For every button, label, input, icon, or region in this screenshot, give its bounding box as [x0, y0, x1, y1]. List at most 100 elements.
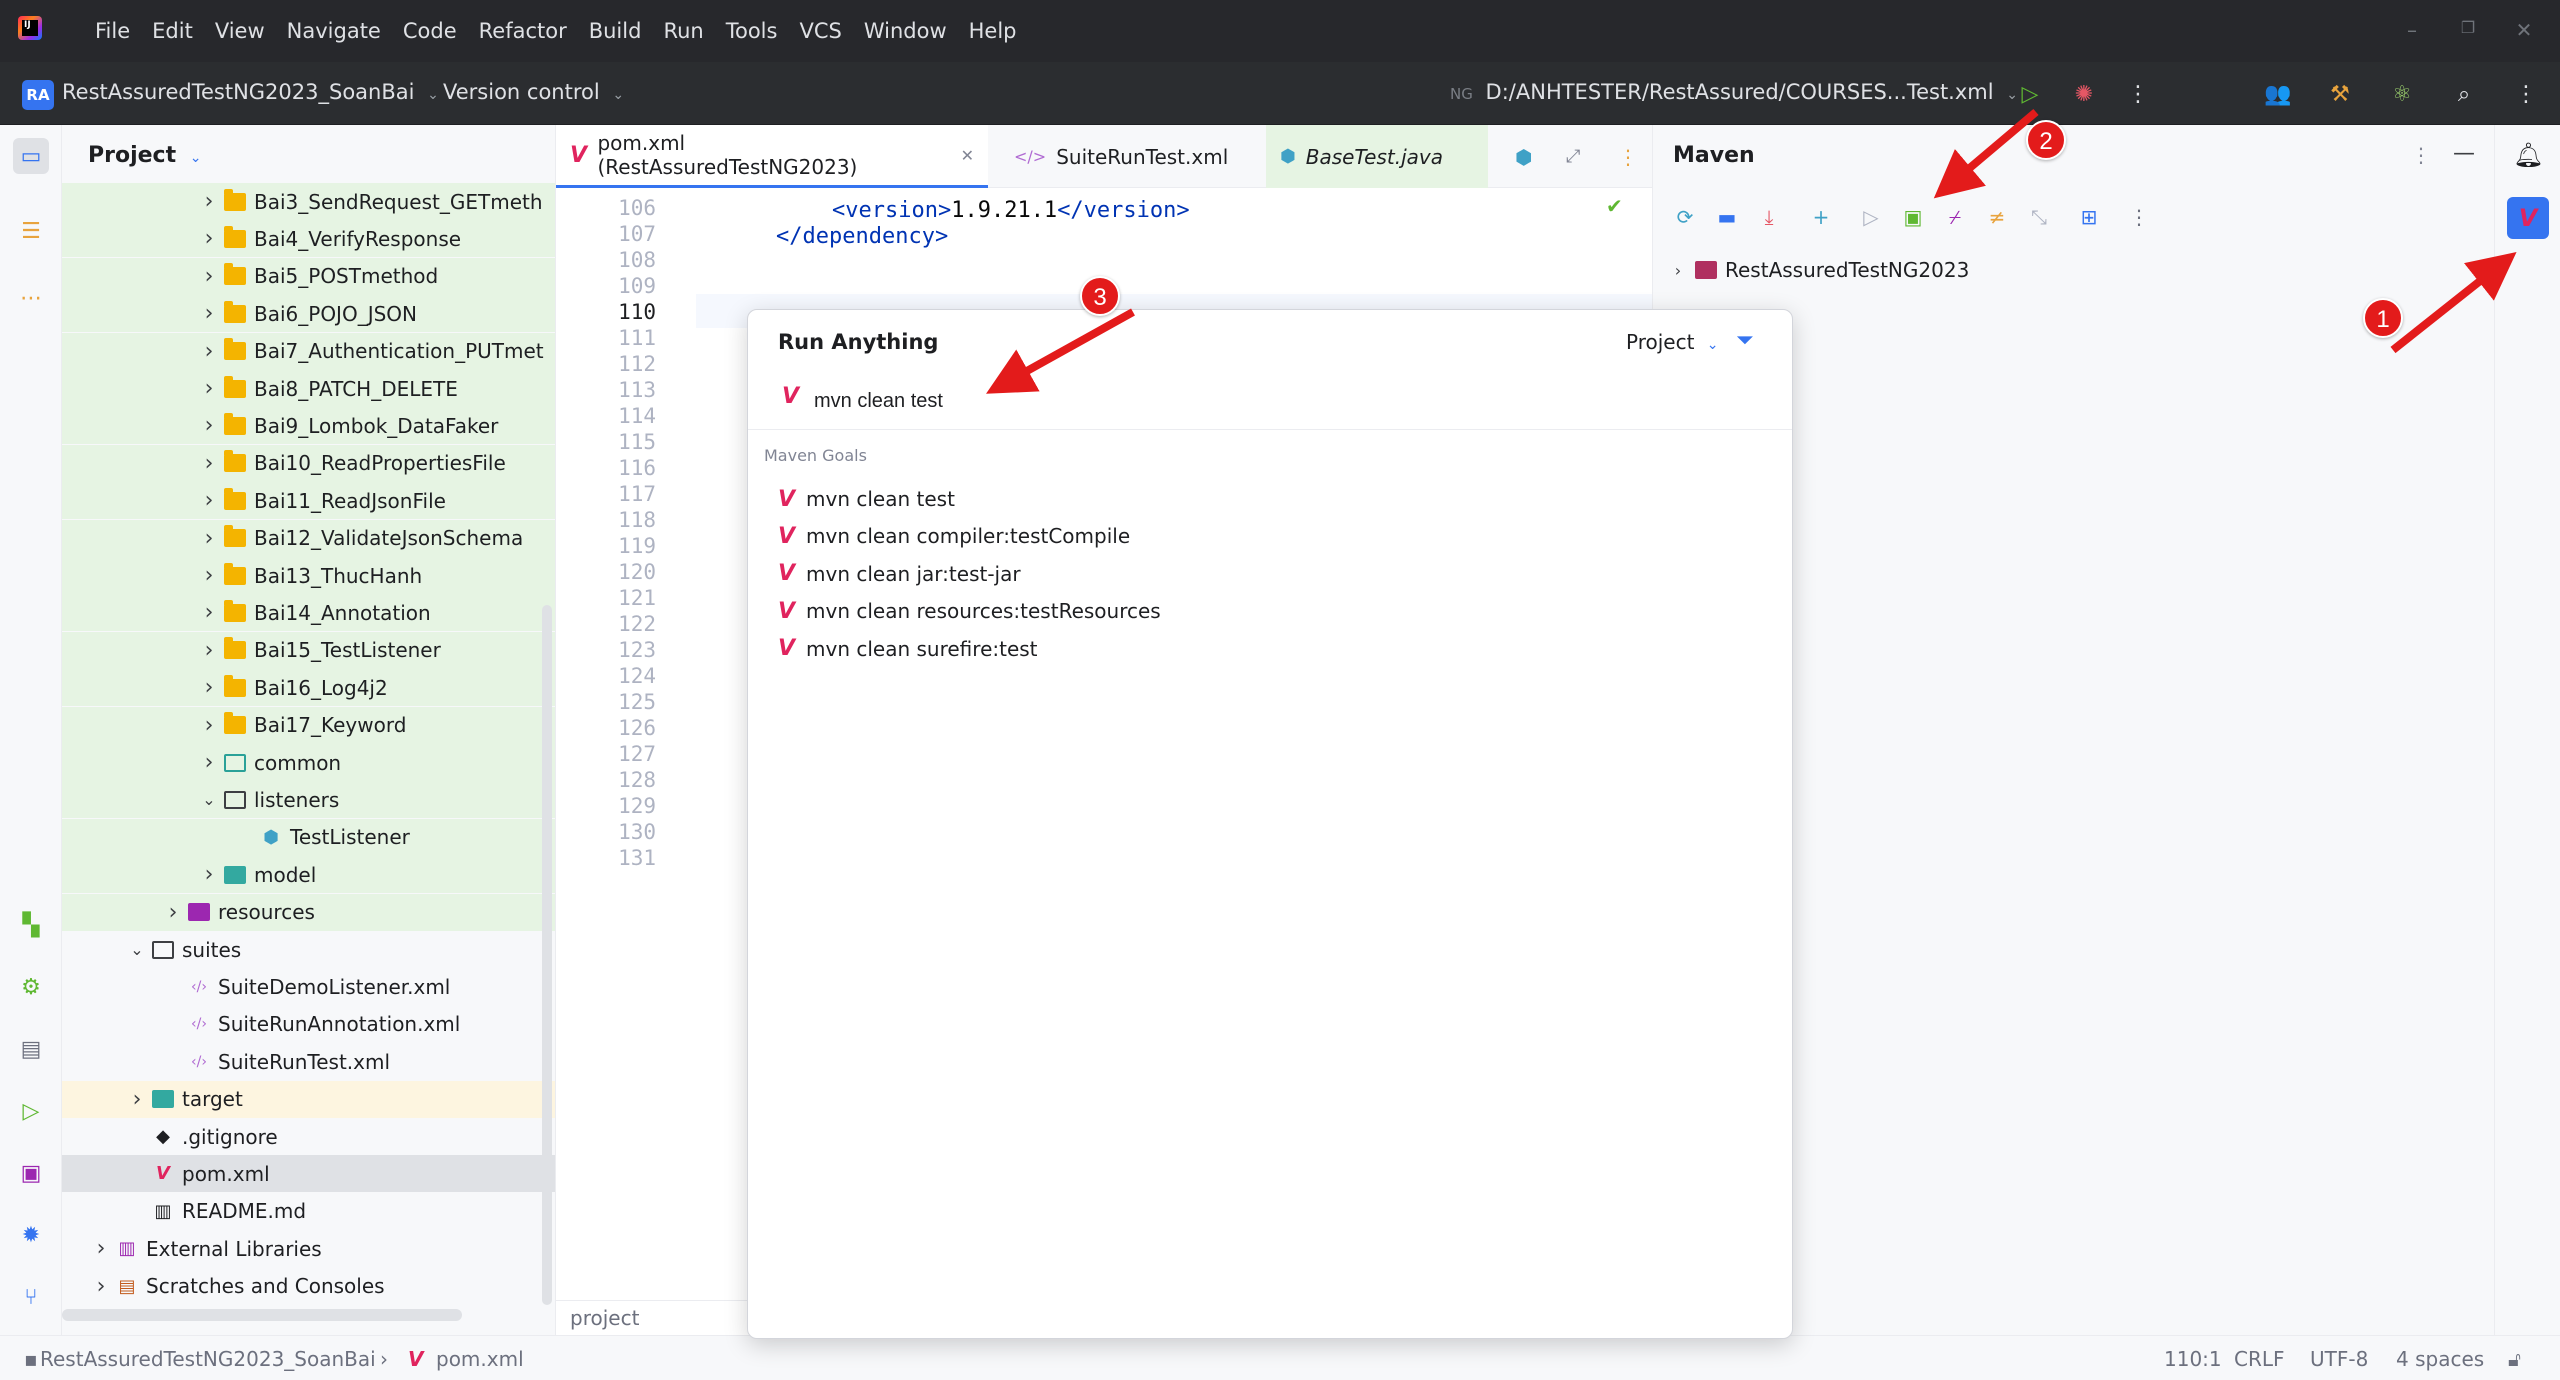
toggle-offline-icon[interactable]: ⌿	[1939, 201, 1971, 233]
plugins-icon[interactable]: ▚	[13, 907, 49, 943]
project-view-icon[interactable]: ▭	[13, 138, 49, 174]
tab-suiterun-xml[interactable]: </> SuiteRunTest.xml	[1000, 125, 1265, 188]
notifications-icon[interactable]: 🔔︎	[2513, 141, 2543, 169]
menu-vcs[interactable]: VCS	[788, 19, 852, 43]
chevron-right-icon[interactable]: ›	[90, 1236, 112, 1261]
breadcrumb-project[interactable]: project	[570, 1306, 639, 1330]
show-dependencies-icon[interactable]: ⊞	[2073, 201, 2105, 233]
chevron-right-icon[interactable]: ›	[126, 1087, 148, 1112]
ai-assistant-icon[interactable]: ⚛	[2384, 76, 2420, 112]
menu-edit[interactable]: Edit	[141, 19, 204, 43]
services-icon[interactable]: ⚙	[13, 969, 49, 1005]
tree-item[interactable]: › Bai7_Authentication_PUTmet	[62, 332, 555, 370]
problems-icon[interactable]: ✹	[13, 1217, 49, 1253]
tree-item[interactable]: › Bai5_POSTmethod	[62, 257, 555, 295]
tree-item[interactable]: › Bai6_POJO_JSON	[62, 295, 555, 333]
add-maven-project-icon[interactable]: ▬	[1711, 201, 1743, 233]
chevron-right-icon[interactable]: ›	[90, 1274, 112, 1299]
restore-icon[interactable]: ❐	[2456, 18, 2480, 42]
chevron-right-icon[interactable]: ›	[198, 376, 220, 401]
tree-item[interactable]: › ▤ Scratches and Consoles	[62, 1268, 555, 1305]
chevron-right-icon[interactable]: ›	[198, 226, 220, 251]
tree-item[interactable]: › Bai4_VerifyResponse	[62, 220, 555, 258]
download-sources-icon[interactable]: ⤓	[1753, 201, 1785, 233]
tree-item[interactable]: › Bai14_Annotation	[62, 594, 555, 632]
chevron-right-icon[interactable]: ›	[198, 713, 220, 738]
tree-item[interactable]: › ▥ External Libraries	[62, 1230, 555, 1267]
tree-item[interactable]: ‹/› SuiteDemoListener.xml	[62, 968, 555, 1005]
execute-maven-goal-icon[interactable]: ▣	[1897, 201, 1929, 233]
tree-item[interactable]: › resources	[62, 893, 555, 931]
code-with-me-icon[interactable]: 👥	[2260, 76, 2296, 112]
tree-item[interactable]: › Bai15_TestListener	[62, 631, 555, 669]
chevron-right-icon[interactable]: ›	[198, 600, 220, 625]
tree-item[interactable]: › Bai9_Lombok_DataFaker	[62, 407, 555, 445]
maven-goal-item[interactable]: Vmvn clean jar:test-jar	[778, 557, 1768, 591]
minimize-icon[interactable]: –	[2400, 18, 2424, 42]
tree-item[interactable]: › Bai12_ValidateJsonSchema	[62, 519, 555, 557]
tab-basetest-java[interactable]: ⬢ BaseTest.java	[1266, 125, 1488, 188]
run-anything-input[interactable]	[814, 384, 1754, 418]
database-icon[interactable]: ▤	[13, 1031, 49, 1067]
tab-more-icon[interactable]: ⬢	[1501, 125, 1541, 188]
scope-selector[interactable]: Project ⌄	[1626, 330, 1719, 354]
chevron-down-icon[interactable]: ⌄	[126, 940, 148, 959]
menu-tools[interactable]: Tools	[715, 19, 789, 43]
maven-stripe-button[interactable]: V	[2507, 197, 2549, 239]
collapse-all-icon[interactable]: ⤡	[2023, 201, 2055, 233]
menu-build[interactable]: Build	[578, 19, 653, 43]
filter-icon[interactable]: ⏷	[1736, 328, 1762, 354]
tree-item[interactable]: ‹/› SuiteRunTest.xml	[62, 1043, 555, 1080]
tree-item[interactable]: › target	[62, 1080, 555, 1118]
chevron-right-icon[interactable]: ›	[198, 413, 220, 438]
tree-item[interactable]: › Bai3_SendRequest_GETmeth	[62, 183, 555, 220]
project-view-selector[interactable]: Project ⌄	[88, 143, 202, 168]
tree-item[interactable]: › Bai13_ThucHanh	[62, 557, 555, 594]
chevron-right-icon[interactable]: ›	[198, 563, 220, 588]
chevron-right-icon[interactable]: ›	[198, 750, 220, 775]
intellij-logo-icon[interactable]: IJ	[18, 16, 42, 40]
chevron-right-icon[interactable]: ›	[198, 488, 220, 513]
tree-item[interactable]: › common	[62, 744, 555, 781]
chevron-right-icon[interactable]: ›	[198, 189, 220, 214]
indent-setting[interactable]: 4 spaces	[2396, 1347, 2484, 1371]
lock-icon[interactable]: 🔓︎	[2508, 1347, 2521, 1371]
maven-goal-item[interactable]: Vmvn clean test	[778, 482, 1768, 516]
skip-tests-icon[interactable]: ≠	[1981, 201, 2013, 233]
line-separator[interactable]: CRLF	[2234, 1347, 2285, 1371]
run-icon[interactable]: ▷	[2012, 76, 2048, 112]
git-icon[interactable]: ⑂	[13, 1279, 49, 1315]
maven-root-project[interactable]: › RestAssuredTestNG2023	[1667, 253, 1970, 287]
menu-navigate[interactable]: Navigate	[276, 19, 392, 43]
reload-icon[interactable]: ⟳	[1669, 201, 1701, 233]
menu-view[interactable]: View	[204, 19, 276, 43]
run-maven-build-icon[interactable]: ▷	[1855, 201, 1887, 233]
chevron-right-icon[interactable]: ›	[198, 862, 220, 887]
menu-window[interactable]: Window	[853, 19, 958, 43]
maven-options-icon[interactable]: ⋮	[2411, 143, 2431, 167]
run-configuration-selector[interactable]: NG D:/ANHTESTER/RestAssured/COURSES...Te…	[1450, 80, 2018, 104]
structure-icon[interactable]: ☰	[13, 213, 49, 249]
tree-item[interactable]: › Bai10_ReadPropertiesFile	[62, 444, 555, 482]
maven-goal-item[interactable]: Vmvn clean resources:testResources	[778, 594, 1768, 628]
add-icon[interactable]: +	[1805, 201, 1837, 233]
project-switcher[interactable]: RestAssuredTestNG2023_SoanBai ⌄	[62, 80, 439, 104]
chevron-right-icon[interactable]: ›	[198, 451, 220, 476]
tree-item[interactable]: ▥ README.md	[62, 1193, 555, 1230]
settings-more-icon[interactable]: ⋮	[2508, 76, 2544, 112]
caret-position[interactable]: 110:1	[2164, 1347, 2222, 1371]
tree-item[interactable]: › model	[62, 856, 555, 894]
close-window-icon[interactable]: ✕	[2512, 18, 2536, 42]
tree-item[interactable]: › Bai17_Keyword	[62, 706, 555, 744]
expand-icon[interactable]: ⤢	[1552, 125, 1592, 188]
chevron-right-icon[interactable]: ›	[162, 900, 184, 925]
chevron-right-icon[interactable]: ›	[1667, 261, 1689, 280]
more-tools-icon[interactable]: ⋯	[13, 280, 49, 316]
chevron-right-icon[interactable]: ›	[198, 638, 220, 663]
chevron-right-icon[interactable]: ›	[198, 526, 220, 551]
debug-icon[interactable]: ✺	[2066, 76, 2102, 112]
chevron-right-icon[interactable]: ›	[198, 339, 220, 364]
chevron-right-icon[interactable]: ›	[198, 675, 220, 700]
tree-item[interactable]: ‹/› SuiteRunAnnotation.xml	[62, 1006, 555, 1043]
file-encoding[interactable]: UTF-8	[2310, 1347, 2368, 1371]
